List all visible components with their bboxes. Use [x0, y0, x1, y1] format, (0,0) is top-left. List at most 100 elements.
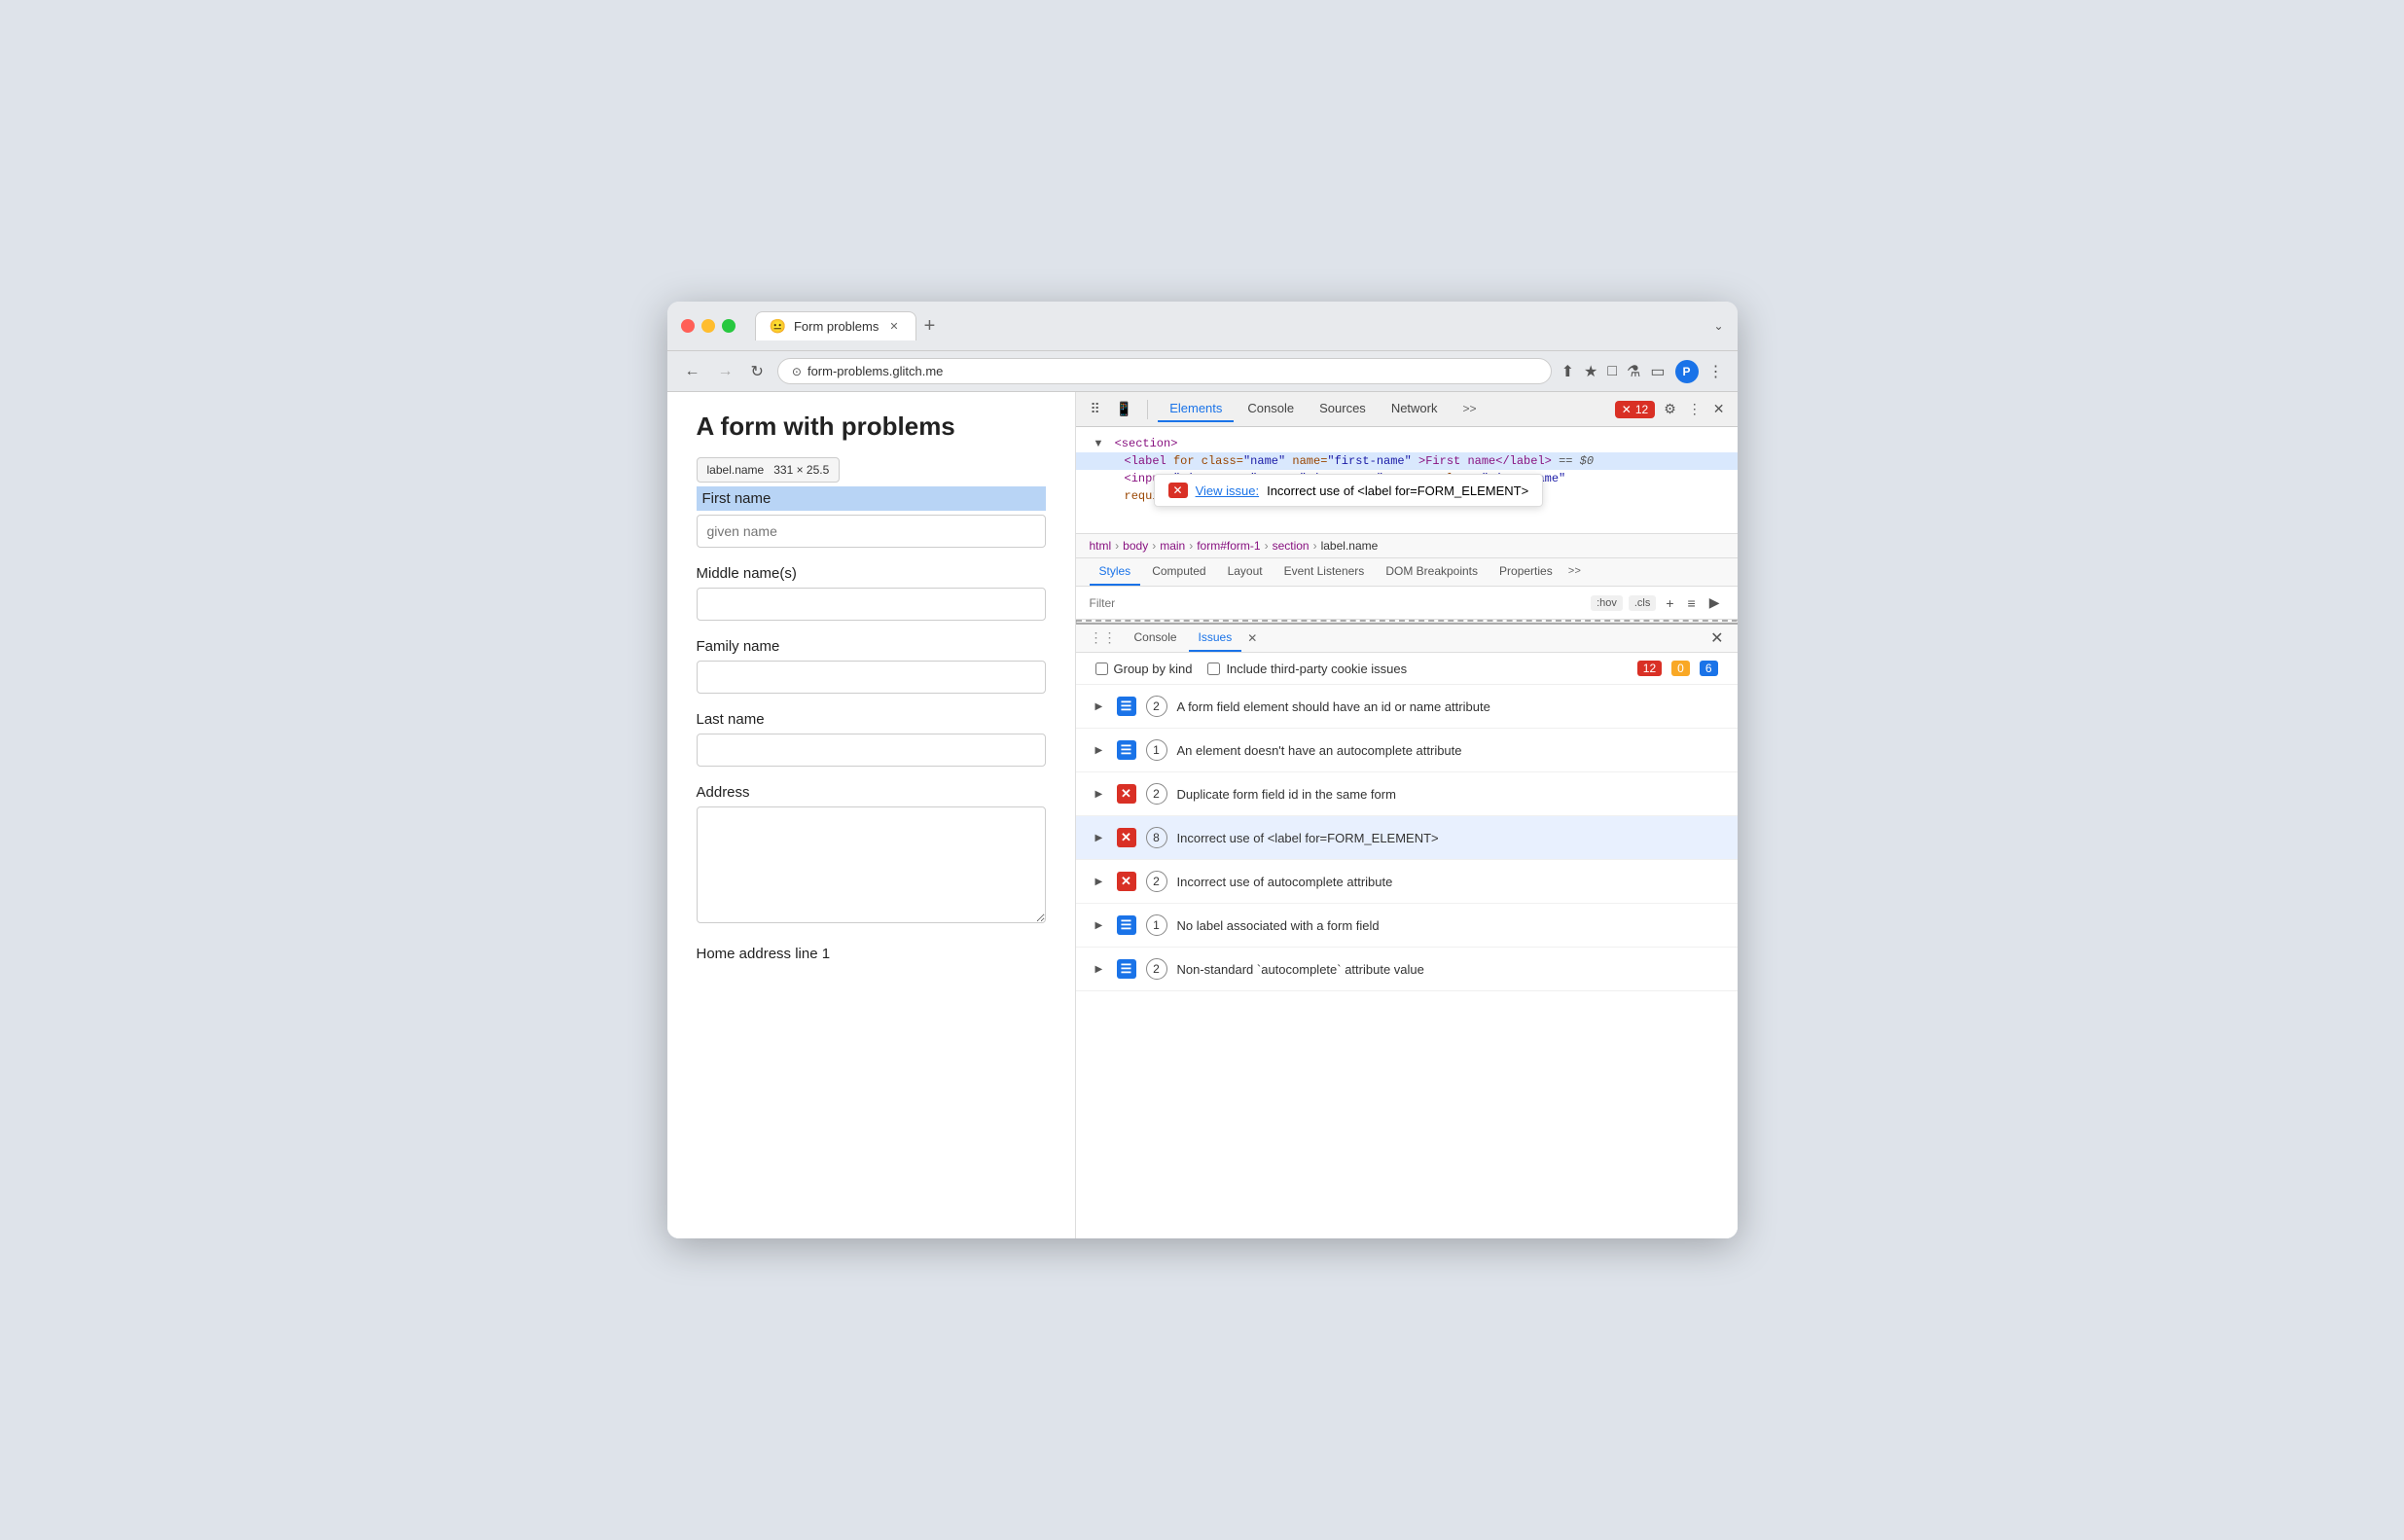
devtools-more-button[interactable]: ⋮ — [1685, 398, 1704, 420]
middle-name-input[interactable] — [697, 588, 1046, 621]
error-badge: 12 — [1637, 661, 1662, 676]
error-count-badge[interactable]: ✕ 12 — [1615, 401, 1655, 418]
address-textarea[interactable] — [697, 806, 1046, 923]
device-toolbar-icon[interactable]: 📱 — [1111, 398, 1137, 420]
breadcrumb-label[interactable]: label.name — [1321, 539, 1379, 553]
layout-tab[interactable]: Layout — [1218, 558, 1273, 586]
breadcrumb-body[interactable]: body — [1123, 539, 1148, 553]
refresh-button[interactable]: ↻ — [747, 360, 768, 383]
bookmark-button[interactable]: ★ — [1584, 362, 1597, 381]
forward-button[interactable]: → — [714, 361, 737, 382]
middle-name-label: Middle name(s) — [697, 565, 1046, 582]
tab-bar: 😐 Form problems ✕ + ⌄ — [755, 311, 1724, 340]
devtools-flask-button[interactable]: ⚗ — [1627, 362, 1640, 381]
issue-item-5[interactable]: ▶ ✕ 2 Incorrect use of autocomplete attr… — [1076, 860, 1738, 904]
bottom-panel-close[interactable]: ✕ — [1710, 628, 1723, 648]
issue-item-6[interactable]: ▶ ☰ 1 No label associated with a form fi… — [1076, 904, 1738, 948]
issue-text-2: An element doesn't have an autocomplete … — [1177, 743, 1718, 758]
expand-button[interactable]: ▼ — [1090, 438, 1108, 449]
family-name-input[interactable] — [697, 661, 1046, 694]
issue-item-2[interactable]: ▶ ☰ 1 An element doesn't have an autocom… — [1076, 729, 1738, 772]
breadcrumb-form[interactable]: form#form-1 — [1197, 539, 1260, 553]
issue-arrow-2: ▶ — [1095, 745, 1107, 756]
add-style-rule-button[interactable]: + — [1662, 593, 1677, 613]
event-listeners-tab[interactable]: Event Listeners — [1274, 558, 1375, 586]
toggle-style-button[interactable]: ▶ — [1705, 592, 1724, 613]
filter-input[interactable] — [1090, 596, 1584, 610]
more-options-button[interactable]: ⋮ — [1708, 362, 1724, 381]
issues-counts: 12 0 6 — [1637, 661, 1718, 676]
url-bar[interactable]: ⊙ form-problems.glitch.me — [777, 358, 1552, 384]
element-selector-icon[interactable]: ⠿ — [1086, 398, 1105, 420]
tab-dropdown-button[interactable]: ⌄ — [1713, 319, 1723, 333]
last-name-group: Last name — [697, 711, 1046, 767]
issue-item-1[interactable]: ▶ ☰ 2 A form field element should have a… — [1076, 685, 1738, 729]
extensions-button[interactable]: □ — [1607, 363, 1617, 380]
issue-item-4[interactable]: ▶ ✕ 8 Incorrect use of <label for=FORM_E… — [1076, 816, 1738, 860]
tab-elements[interactable]: Elements — [1158, 396, 1234, 422]
family-name-label: Family name — [697, 638, 1046, 655]
issue-item-7[interactable]: ▶ ☰ 2 Non-standard `autocomplete` attrib… — [1076, 948, 1738, 991]
settings-button[interactable]: ⚙ — [1661, 398, 1679, 420]
filter-bar: :hov .cls + ≡ ▶ — [1076, 587, 1738, 620]
traffic-light-red[interactable] — [681, 319, 695, 333]
tab-close-button[interactable]: ✕ — [886, 319, 901, 334]
group-by-kind-check[interactable] — [1095, 663, 1108, 675]
active-tab[interactable]: 😐 Form problems ✕ — [755, 311, 916, 340]
issues-tab-close[interactable]: ✕ — [1243, 630, 1261, 646]
warning-count: 0 — [1671, 661, 1690, 676]
new-tab-button[interactable]: + — [916, 315, 944, 338]
sidebar-button[interactable]: ▭ — [1650, 362, 1665, 381]
breadcrumb-bar: html › body › main › form#form-1 › secti… — [1076, 534, 1738, 558]
issue-tooltip: ✕ View issue: Incorrect use of <label fo… — [1154, 474, 1544, 507]
new-style-rule-button[interactable]: ≡ — [1684, 593, 1700, 613]
issue-count-3: 2 — [1146, 783, 1167, 805]
bottom-tabs-bar: ⋮⋮ Console Issues ✕ ✕ — [1076, 625, 1738, 653]
hov-filter-button[interactable]: :hov — [1591, 595, 1623, 611]
console-tab-bottom[interactable]: Console — [1125, 625, 1187, 652]
issue-count-6: 1 — [1146, 914, 1167, 936]
devtools-close-button[interactable]: ✕ — [1710, 398, 1728, 420]
tab-network[interactable]: Network — [1380, 396, 1450, 422]
third-party-check[interactable] — [1207, 663, 1220, 675]
issue-tooltip-icon: ✕ — [1168, 483, 1188, 498]
more-tabs-button[interactable]: >> — [1568, 566, 1581, 578]
issue-count-2: 1 — [1146, 739, 1167, 761]
group-by-kind-checkbox[interactable]: Group by kind — [1095, 662, 1193, 676]
first-name-input[interactable] — [697, 515, 1046, 548]
warning-badge: 0 — [1671, 661, 1690, 676]
last-name-input[interactable] — [697, 734, 1046, 767]
breadcrumb-html[interactable]: html — [1090, 539, 1112, 553]
tab-more[interactable]: >> — [1452, 397, 1489, 422]
issue-item-3[interactable]: ▶ ✕ 2 Duplicate form field id in the sam… — [1076, 772, 1738, 816]
devtools-tabs: Elements Console Sources Network >> — [1158, 396, 1488, 422]
computed-tab[interactable]: Computed — [1142, 558, 1215, 586]
traffic-light-yellow[interactable] — [701, 319, 715, 333]
issues-content: Group by kind Include third-party cookie… — [1076, 653, 1738, 1238]
traffic-light-green[interactable] — [722, 319, 736, 333]
issue-count-5: 2 — [1146, 871, 1167, 892]
view-issue-link[interactable]: View issue: — [1196, 483, 1260, 498]
tab-sources[interactable]: Sources — [1308, 396, 1378, 422]
tab-title: Form problems — [794, 319, 879, 334]
share-button[interactable]: ⬆ — [1561, 362, 1574, 381]
drag-handle[interactable]: ⋮⋮ — [1090, 630, 1117, 647]
tooltip-dimensions: 331 × 25.5 — [773, 463, 829, 477]
third-party-checkbox[interactable]: Include third-party cookie issues — [1207, 662, 1407, 676]
html-line-label[interactable]: <label for class="name" name="first-name… — [1076, 452, 1738, 470]
issue-arrow-4: ▶ — [1095, 833, 1107, 843]
profile-button[interactable]: P — [1675, 360, 1699, 383]
dom-breakpoints-tab[interactable]: DOM Breakpoints — [1376, 558, 1488, 586]
tab-console[interactable]: Console — [1236, 396, 1306, 422]
issues-tab-bottom[interactable]: Issues — [1189, 625, 1242, 652]
properties-tab[interactable]: Properties — [1489, 558, 1562, 586]
back-button[interactable]: ← — [681, 361, 704, 382]
cls-filter-button[interactable]: .cls — [1629, 595, 1657, 611]
address-label: Address — [697, 784, 1046, 801]
breadcrumb-section[interactable]: section — [1273, 539, 1310, 553]
styles-tab[interactable]: Styles — [1090, 558, 1141, 586]
issue-text-7: Non-standard `autocomplete` attribute va… — [1177, 962, 1718, 977]
breadcrumb-main[interactable]: main — [1160, 539, 1185, 553]
family-name-group: Family name — [697, 638, 1046, 694]
issues-filter-bar: Group by kind Include third-party cookie… — [1076, 653, 1738, 685]
